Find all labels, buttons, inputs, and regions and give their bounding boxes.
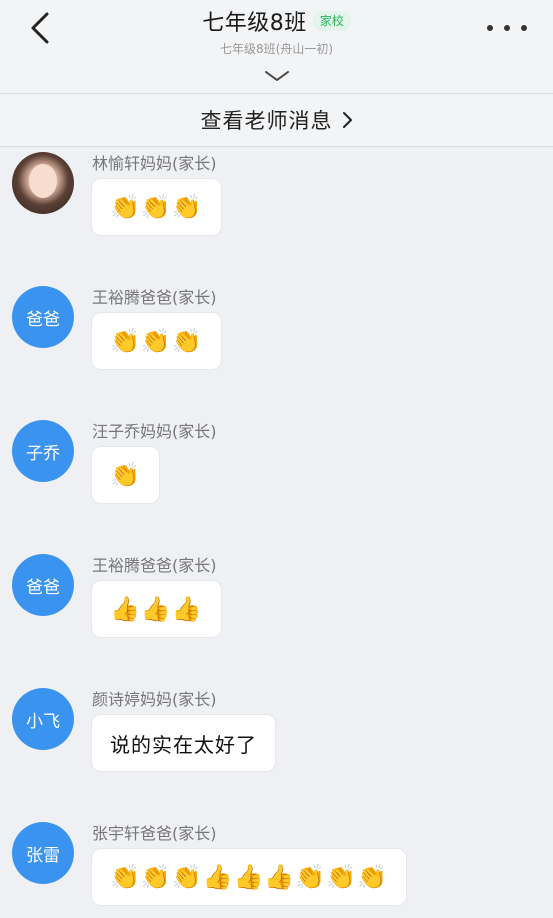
avatar[interactable] bbox=[12, 152, 74, 214]
sender-name: 张宇轩爸爸(家长) bbox=[92, 824, 217, 843]
message-bubble[interactable]: 说的实在太好了 bbox=[91, 714, 276, 772]
message-bubble[interactable]: 👏👏👏 bbox=[91, 312, 222, 370]
more-button[interactable] bbox=[487, 18, 527, 38]
title-block: 七年级8班 家校 七年级8班(舟山一初) bbox=[0, 5, 553, 57]
avatar[interactable]: 爸爸 bbox=[12, 286, 74, 348]
avatar[interactable]: 爸爸 bbox=[12, 554, 74, 616]
group-subtitle: 七年级8班(舟山一初) bbox=[220, 42, 333, 56]
more-icon-dot bbox=[521, 25, 527, 31]
avatar[interactable]: 子乔 bbox=[12, 420, 74, 482]
sender-name: 颜诗婷妈妈(家长) bbox=[92, 690, 217, 709]
more-icon-dot bbox=[504, 25, 510, 31]
more-icon-dot bbox=[487, 25, 493, 31]
avatar[interactable]: 张雷 bbox=[12, 822, 74, 884]
message-bubble[interactable]: 👏👏👏 bbox=[91, 178, 222, 236]
avatar[interactable]: 小飞 bbox=[12, 688, 74, 750]
page-title: 七年级8班 bbox=[202, 11, 307, 36]
sender-name: 林愉轩妈妈(家长) bbox=[92, 154, 217, 173]
group-type-badge: 家校 bbox=[312, 11, 351, 31]
view-teacher-messages-button[interactable]: 查看老师消息 bbox=[0, 93, 553, 147]
expand-header-button[interactable] bbox=[264, 68, 290, 84]
sender-name: 王裕腾爸爸(家长) bbox=[92, 288, 217, 307]
chevron-right-icon bbox=[342, 112, 352, 128]
message-bubble[interactable]: 👏 bbox=[91, 446, 160, 504]
sender-name: 汪子乔妈妈(家长) bbox=[92, 422, 217, 441]
chat-header: 七年级8班 家校 七年级8班(舟山一初) bbox=[0, 0, 553, 93]
message-bubble[interactable]: 👍👍👍 bbox=[91, 580, 222, 638]
avatar-photo bbox=[29, 164, 57, 198]
teacher-messages-label: 查看老师消息 bbox=[200, 109, 333, 133]
message-bubble[interactable]: 👏👏👏👍👍👍👏👏👏 bbox=[91, 848, 407, 906]
chevron-down-icon bbox=[265, 71, 289, 81]
sender-name: 王裕腾爸爸(家长) bbox=[92, 556, 217, 575]
